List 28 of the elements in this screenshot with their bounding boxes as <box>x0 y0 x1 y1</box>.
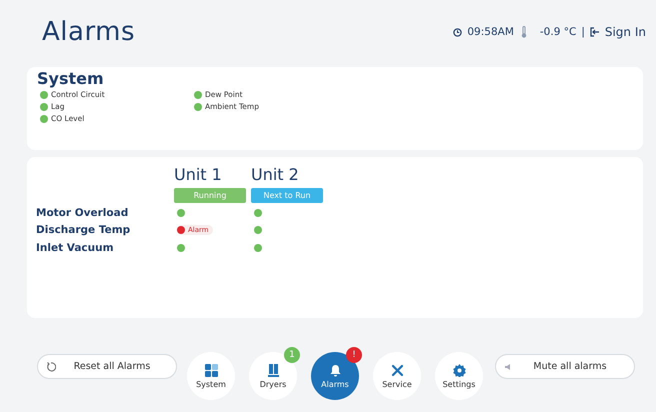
time-text: 09:58AM <box>467 26 514 38</box>
bell-icon <box>328 364 342 376</box>
sign-in-icon <box>590 27 600 37</box>
dryer-icon <box>266 364 280 376</box>
reset-button[interactable]: Reset all Alarms <box>37 354 177 379</box>
page-title: Alarms <box>42 17 136 47</box>
unit-status-badge: Running <box>174 188 246 203</box>
section-title: System <box>37 69 104 88</box>
temperature-text: -0.9 °C <box>540 26 576 38</box>
grid-icon <box>204 364 218 376</box>
reset-icon <box>46 362 56 372</box>
unit-heading: Unit 1 <box>174 165 223 186</box>
notification-badge: 1 <box>284 347 300 363</box>
row-label: Inlet Vacuum <box>36 240 115 256</box>
nav-button[interactable]: Service <box>373 352 421 400</box>
row-label: Motor Overload <box>36 206 130 221</box>
separator-text: | <box>581 26 585 38</box>
unit-heading: Unit 2 <box>251 165 300 186</box>
thermometer-icon <box>520 26 527 38</box>
mute-button[interactable]: Mute all alarms <box>495 354 635 379</box>
settings-icon <box>452 364 466 376</box>
clock-icon <box>453 28 462 36</box>
sign-in-link[interactable]: Sign In <box>604 25 646 39</box>
nav-button[interactable]: Settings <box>435 352 483 400</box>
notification-badge: ! <box>346 347 362 363</box>
row-label: Discharge Temp <box>36 223 132 238</box>
nav-button[interactable]: System <box>187 352 235 400</box>
unit-status-badge: Next to Run <box>251 188 323 203</box>
